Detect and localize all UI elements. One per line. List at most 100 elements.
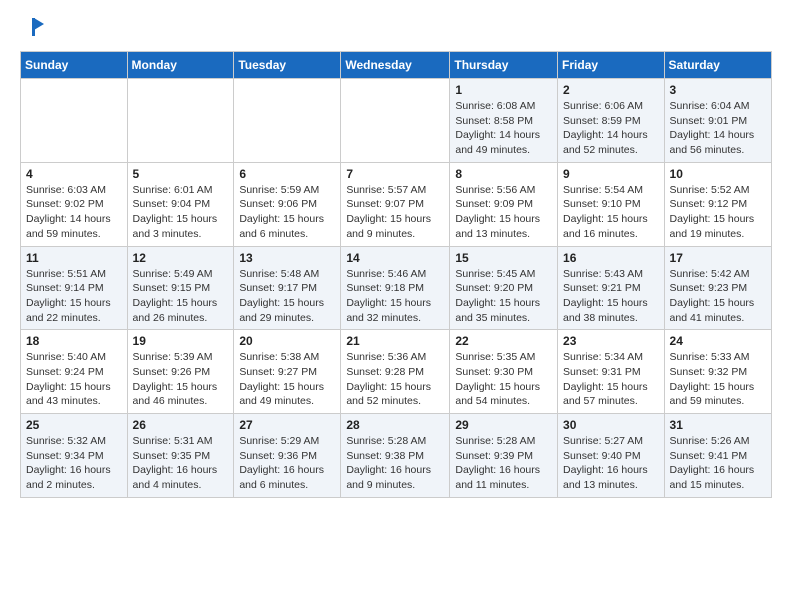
day-details: Sunrise: 5:56 AM Sunset: 9:09 PM Dayligh… xyxy=(455,183,552,242)
calendar-cell: 15 Sunrise: 5:45 AM Sunset: 9:20 PM Dayli… xyxy=(450,246,558,330)
day-number: 13 xyxy=(239,251,335,265)
day-details: Sunrise: 5:54 AM Sunset: 9:10 PM Dayligh… xyxy=(563,183,659,242)
day-details: Sunrise: 5:52 AM Sunset: 9:12 PM Dayligh… xyxy=(670,183,766,242)
calendar-cell: 9 Sunrise: 5:54 AM Sunset: 9:10 PM Daylig… xyxy=(558,162,665,246)
header xyxy=(20,16,772,43)
day-number: 29 xyxy=(455,418,552,432)
day-number: 9 xyxy=(563,167,659,181)
weekday-header-thursday: Thursday xyxy=(450,52,558,79)
day-details: Sunrise: 5:39 AM Sunset: 9:26 PM Dayligh… xyxy=(133,350,229,409)
calendar-week-row: 18 Sunrise: 5:40 AM Sunset: 9:24 PM Dayli… xyxy=(21,330,772,414)
calendar-cell: 8 Sunrise: 5:56 AM Sunset: 9:09 PM Daylig… xyxy=(450,162,558,246)
weekday-header-wednesday: Wednesday xyxy=(341,52,450,79)
calendar-cell: 7 Sunrise: 5:57 AM Sunset: 9:07 PM Daylig… xyxy=(341,162,450,246)
day-number: 12 xyxy=(133,251,229,265)
calendar-cell: 22 Sunrise: 5:35 AM Sunset: 9:30 PM Dayli… xyxy=(450,330,558,414)
day-number: 18 xyxy=(26,334,122,348)
calendar-cell xyxy=(341,79,450,163)
calendar-cell: 18 Sunrise: 5:40 AM Sunset: 9:24 PM Dayli… xyxy=(21,330,128,414)
day-details: Sunrise: 5:28 AM Sunset: 9:38 PM Dayligh… xyxy=(346,434,444,493)
day-number: 28 xyxy=(346,418,444,432)
calendar-cell: 20 Sunrise: 5:38 AM Sunset: 9:27 PM Dayli… xyxy=(234,330,341,414)
day-details: Sunrise: 5:34 AM Sunset: 9:31 PM Dayligh… xyxy=(563,350,659,409)
day-details: Sunrise: 5:28 AM Sunset: 9:39 PM Dayligh… xyxy=(455,434,552,493)
day-details: Sunrise: 5:45 AM Sunset: 9:20 PM Dayligh… xyxy=(455,267,552,326)
day-details: Sunrise: 5:59 AM Sunset: 9:06 PM Dayligh… xyxy=(239,183,335,242)
day-number: 4 xyxy=(26,167,122,181)
calendar-cell xyxy=(21,79,128,163)
calendar-cell: 16 Sunrise: 5:43 AM Sunset: 9:21 PM Dayli… xyxy=(558,246,665,330)
calendar-cell: 17 Sunrise: 5:42 AM Sunset: 9:23 PM Dayli… xyxy=(664,246,771,330)
day-details: Sunrise: 5:43 AM Sunset: 9:21 PM Dayligh… xyxy=(563,267,659,326)
day-number: 6 xyxy=(239,167,335,181)
calendar-cell: 23 Sunrise: 5:34 AM Sunset: 9:31 PM Dayli… xyxy=(558,330,665,414)
day-number: 25 xyxy=(26,418,122,432)
calendar-cell: 10 Sunrise: 5:52 AM Sunset: 9:12 PM Dayli… xyxy=(664,162,771,246)
calendar-week-row: 11 Sunrise: 5:51 AM Sunset: 9:14 PM Dayli… xyxy=(21,246,772,330)
calendar-week-row: 25 Sunrise: 5:32 AM Sunset: 9:34 PM Dayli… xyxy=(21,414,772,498)
day-details: Sunrise: 6:08 AM Sunset: 8:58 PM Dayligh… xyxy=(455,99,552,158)
day-number: 8 xyxy=(455,167,552,181)
page: SundayMondayTuesdayWednesdayThursdayFrid… xyxy=(0,0,792,514)
calendar-cell: 3Sunrise: 6:04 AM Sunset: 9:01 PM Daylig… xyxy=(664,79,771,163)
logo-flag-icon xyxy=(22,16,44,38)
day-number: 30 xyxy=(563,418,659,432)
calendar-cell: 24 Sunrise: 5:33 AM Sunset: 9:32 PM Dayli… xyxy=(664,330,771,414)
day-details: Sunrise: 5:49 AM Sunset: 9:15 PM Dayligh… xyxy=(133,267,229,326)
day-number: 24 xyxy=(670,334,766,348)
day-number: 10 xyxy=(670,167,766,181)
calendar-cell: 25 Sunrise: 5:32 AM Sunset: 9:34 PM Dayli… xyxy=(21,414,128,498)
day-number: 7 xyxy=(346,167,444,181)
day-details: Sunrise: 5:38 AM Sunset: 9:27 PM Dayligh… xyxy=(239,350,335,409)
day-details: Sunrise: 5:32 AM Sunset: 9:34 PM Dayligh… xyxy=(26,434,122,493)
day-details: Sunrise: 5:33 AM Sunset: 9:32 PM Dayligh… xyxy=(670,350,766,409)
weekday-header-saturday: Saturday xyxy=(664,52,771,79)
day-number: 26 xyxy=(133,418,229,432)
day-number: 14 xyxy=(346,251,444,265)
day-details: Sunrise: 5:26 AM Sunset: 9:41 PM Dayligh… xyxy=(670,434,766,493)
calendar-cell: 12 Sunrise: 5:49 AM Sunset: 9:15 PM Dayli… xyxy=(127,246,234,330)
day-number: 17 xyxy=(670,251,766,265)
calendar-cell: 13 Sunrise: 5:48 AM Sunset: 9:17 PM Dayli… xyxy=(234,246,341,330)
day-details: Sunrise: 5:36 AM Sunset: 9:28 PM Dayligh… xyxy=(346,350,444,409)
day-number: 5 xyxy=(133,167,229,181)
day-details: Sunrise: 5:46 AM Sunset: 9:18 PM Dayligh… xyxy=(346,267,444,326)
day-details: Sunrise: 5:31 AM Sunset: 9:35 PM Dayligh… xyxy=(133,434,229,493)
calendar-cell: 11 Sunrise: 5:51 AM Sunset: 9:14 PM Dayli… xyxy=(21,246,128,330)
day-details: Sunrise: 5:27 AM Sunset: 9:40 PM Dayligh… xyxy=(563,434,659,493)
calendar-week-row: 4 Sunrise: 6:03 AM Sunset: 9:02 PM Daylig… xyxy=(21,162,772,246)
day-details: Sunrise: 6:03 AM Sunset: 9:02 PM Dayligh… xyxy=(26,183,122,242)
day-details: Sunrise: 5:57 AM Sunset: 9:07 PM Dayligh… xyxy=(346,183,444,242)
calendar-cell: 29 Sunrise: 5:28 AM Sunset: 9:39 PM Dayli… xyxy=(450,414,558,498)
calendar-cell: 5Sunrise: 6:01 AM Sunset: 9:04 PM Daylig… xyxy=(127,162,234,246)
calendar-cell: 31Sunrise: 5:26 AM Sunset: 9:41 PM Dayli… xyxy=(664,414,771,498)
day-number: 27 xyxy=(239,418,335,432)
calendar-cell xyxy=(234,79,341,163)
calendar-week-row: 1Sunrise: 6:08 AM Sunset: 8:58 PM Daylig… xyxy=(21,79,772,163)
day-number: 15 xyxy=(455,251,552,265)
day-number: 11 xyxy=(26,251,122,265)
day-number: 21 xyxy=(346,334,444,348)
calendar-cell: 2Sunrise: 6:06 AM Sunset: 8:59 PM Daylig… xyxy=(558,79,665,163)
day-number: 20 xyxy=(239,334,335,348)
calendar-cell: 26 Sunrise: 5:31 AM Sunset: 9:35 PM Dayli… xyxy=(127,414,234,498)
day-details: Sunrise: 6:06 AM Sunset: 8:59 PM Dayligh… xyxy=(563,99,659,158)
day-details: Sunrise: 5:42 AM Sunset: 9:23 PM Dayligh… xyxy=(670,267,766,326)
weekday-header-monday: Monday xyxy=(127,52,234,79)
calendar-cell: 21 Sunrise: 5:36 AM Sunset: 9:28 PM Dayli… xyxy=(341,330,450,414)
day-number: 3 xyxy=(670,83,766,97)
day-details: Sunrise: 5:40 AM Sunset: 9:24 PM Dayligh… xyxy=(26,350,122,409)
day-number: 16 xyxy=(563,251,659,265)
calendar-cell: 4 Sunrise: 6:03 AM Sunset: 9:02 PM Daylig… xyxy=(21,162,128,246)
day-number: 22 xyxy=(455,334,552,348)
day-details: Sunrise: 5:29 AM Sunset: 9:36 PM Dayligh… xyxy=(239,434,335,493)
calendar-cell: 30 Sunrise: 5:27 AM Sunset: 9:40 PM Dayli… xyxy=(558,414,665,498)
day-details: Sunrise: 5:51 AM Sunset: 9:14 PM Dayligh… xyxy=(26,267,122,326)
day-number: 19 xyxy=(133,334,229,348)
day-details: Sunrise: 5:48 AM Sunset: 9:17 PM Dayligh… xyxy=(239,267,335,326)
calendar-cell: 19 Sunrise: 5:39 AM Sunset: 9:26 PM Dayli… xyxy=(127,330,234,414)
day-details: Sunrise: 5:35 AM Sunset: 9:30 PM Dayligh… xyxy=(455,350,552,409)
calendar-cell: 27 Sunrise: 5:29 AM Sunset: 9:36 PM Dayli… xyxy=(234,414,341,498)
calendar-cell xyxy=(127,79,234,163)
day-number: 23 xyxy=(563,334,659,348)
